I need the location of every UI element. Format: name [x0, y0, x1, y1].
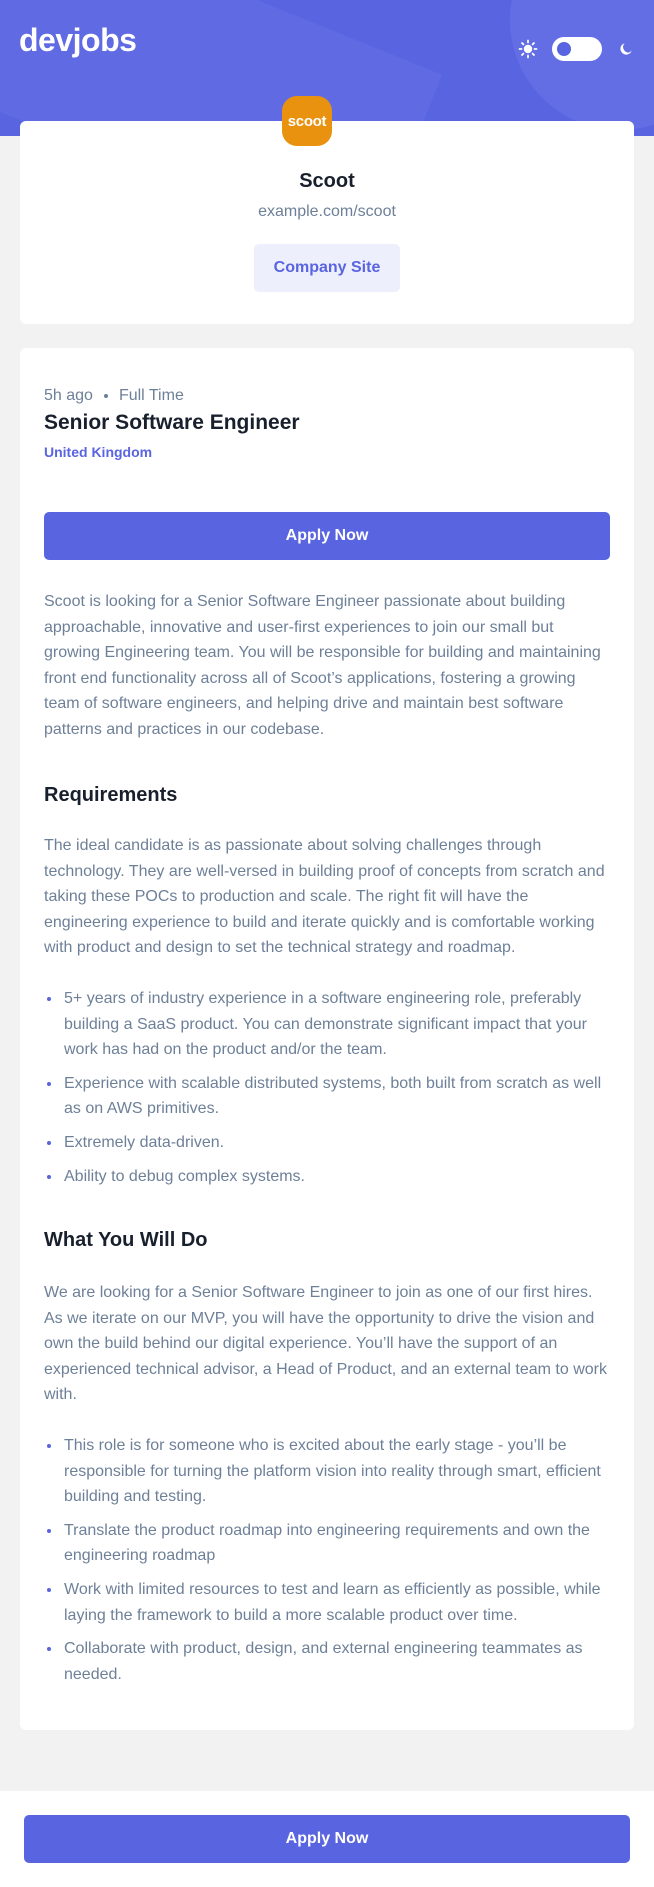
requirements-content: The ideal candidate is as passionate abo…: [44, 837, 605, 957]
header-pattern: [0, 0, 443, 136]
role-list: This role is for someone who is excited …: [44, 1433, 610, 1695]
job-meta: 5h ago Full Time: [44, 387, 184, 405]
theme-toggle[interactable]: [552, 37, 602, 61]
posted-time: 5h ago: [44, 387, 93, 404]
site-logo[interactable]: devjobs: [19, 22, 137, 59]
job-description: Scoot is looking for a Senior Software E…: [44, 593, 601, 738]
job-card: 5h ago Full Time Senior Software Enginee…: [20, 348, 634, 1730]
contract-type: Full Time: [118, 387, 184, 404]
list-item: This role is for someone who is excited …: [44, 1433, 610, 1510]
apply-now-button[interactable]: Apply Now: [44, 512, 610, 560]
list-item: Ability to debug complex systems.: [44, 1164, 610, 1190]
list-item: Collaborate with product, design, and ex…: [44, 1636, 610, 1687]
company-site-button[interactable]: Company Site: [254, 244, 400, 292]
job-location: United Kingdom: [44, 444, 153, 460]
moon-icon: [616, 39, 636, 59]
footer-apply-now-button[interactable]: Apply Now: [24, 1815, 630, 1863]
company-url: example.com/scoot: [258, 203, 396, 220]
footer-bar: Apply Now: [0, 1791, 654, 1887]
company-logo: scoot: [282, 96, 332, 146]
role-content: We are looking for a Senior Software Eng…: [44, 1284, 607, 1404]
company-name: Scoot: [299, 170, 355, 192]
job-detail-page: devjobs scoot Scoot example.com/scoot Co…: [0, 0, 654, 1887]
role-heading: What You Will Do: [44, 1229, 208, 1251]
list-item: Extremely data-driven.: [44, 1130, 610, 1156]
sun-icon: [518, 39, 538, 59]
list-item: 5+ years of industry experience in a sof…: [44, 986, 610, 1063]
header-circle-pattern: [510, 0, 654, 130]
list-item: Work with limited resources to test and …: [44, 1577, 610, 1628]
requirements-heading: Requirements: [44, 784, 178, 806]
list-item: Translate the product roadmap into engin…: [44, 1518, 610, 1569]
toggle-knob: [557, 42, 571, 56]
company-card: Scoot example.com/scoot Company Site: [20, 121, 634, 324]
theme-switch: [518, 36, 636, 62]
list-item: Experience with scalable distributed sys…: [44, 1071, 610, 1122]
job-title: Senior Software Engineer: [44, 411, 300, 434]
meta-separator-dot: [103, 394, 108, 398]
requirements-list: 5+ years of industry experience in a sof…: [44, 986, 610, 1197]
